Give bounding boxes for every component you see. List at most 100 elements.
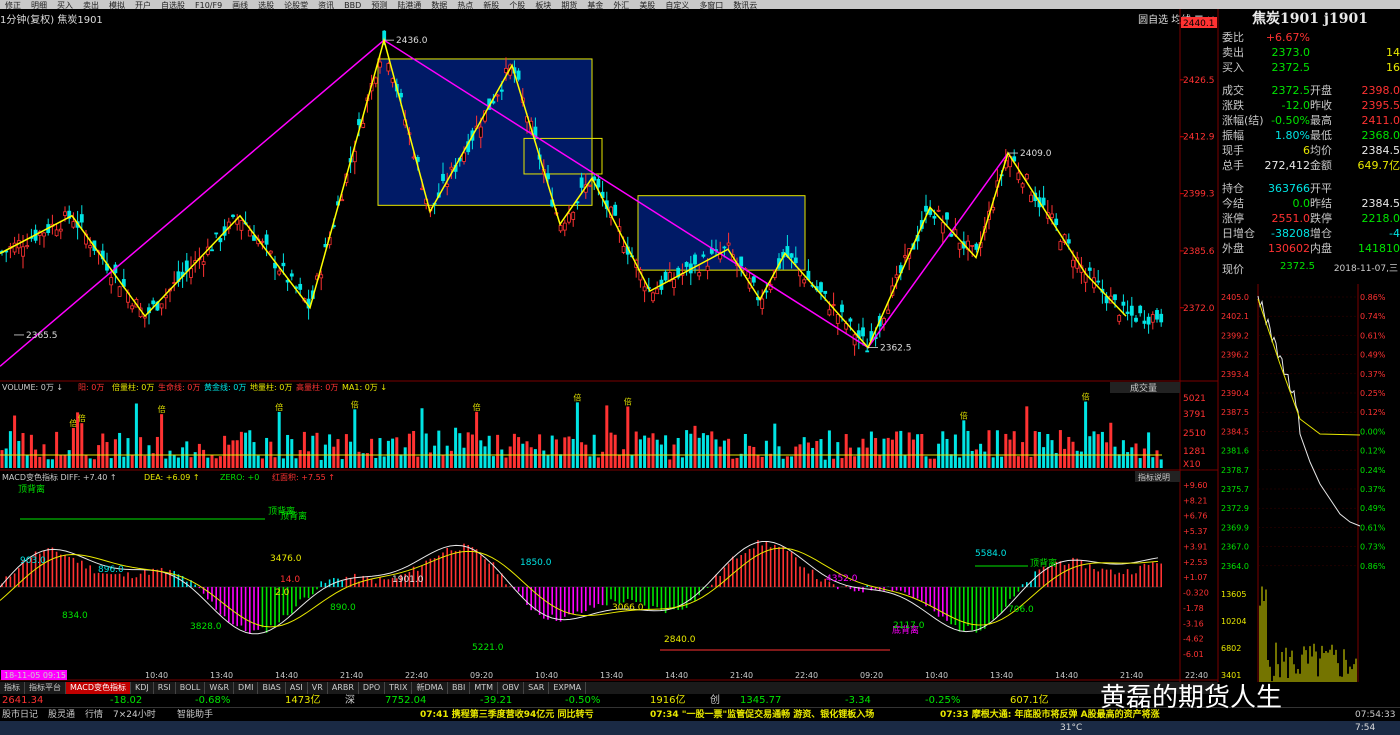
index-value: 创	[710, 695, 720, 706]
indicator-tab[interactable]: VR	[308, 682, 328, 694]
indicator-tab[interactable]: SAR	[524, 682, 550, 694]
macd-annotation: 顶背离	[18, 483, 45, 495]
volume-bar	[958, 457, 962, 468]
indicator-tab[interactable]: KDJ	[131, 682, 154, 694]
volume-bar	[1142, 448, 1146, 468]
volume-bar	[487, 435, 491, 468]
volume-bar	[1096, 434, 1100, 468]
candle-body	[642, 286, 647, 292]
volume-bar	[727, 438, 731, 468]
volume-bar	[626, 406, 630, 468]
quote-value: 6	[1303, 144, 1310, 157]
volume-bar	[181, 447, 185, 468]
volume-bar	[294, 458, 298, 468]
quote-label: 现手	[1222, 144, 1244, 157]
macd-axis-button: 指标说明	[1138, 472, 1170, 482]
weather-temp: 31°C	[1060, 723, 1083, 733]
indicator-tab[interactable]: DPO	[359, 682, 386, 694]
volume-bar	[634, 431, 638, 468]
indicator-tab[interactable]: BBI	[448, 682, 471, 694]
indicator-tab[interactable]: OBV	[498, 682, 525, 694]
indicator-tab[interactable]: ASI	[286, 682, 308, 694]
quote-label: 开平	[1310, 182, 1332, 195]
volume-bar	[550, 435, 554, 468]
volume-bar	[1121, 440, 1125, 468]
indicator-tab-bar: 指标 指标平台 MACD变色指标 KDJ RSI BOLL W&R DMI BIAS ASI VR A…	[0, 682, 1218, 694]
candle-body	[1121, 301, 1126, 306]
key-point-label: 2409.0	[1020, 149, 1052, 159]
quote-label: 涨跌	[1222, 99, 1244, 112]
ticker-tab[interactable]: 股市日记	[2, 708, 38, 722]
candle-body	[378, 61, 382, 68]
macd-annotation: 903.0	[20, 556, 46, 566]
indicator-tab[interactable]: 新DMA	[412, 682, 449, 694]
quote-label: 成交	[1222, 84, 1244, 97]
volume-bar-label: 倍	[960, 410, 968, 420]
volume-bar	[659, 444, 663, 468]
volume-bar	[328, 434, 332, 468]
volume-legend-item: MA1: 0万 ↓	[342, 383, 387, 392]
index-value: -0.25%	[925, 695, 961, 706]
indicator-tab[interactable]: RSI	[154, 682, 176, 694]
volume-bar	[886, 437, 890, 468]
indicator-tab[interactable]: BIAS	[258, 682, 286, 694]
volume-bar	[538, 434, 542, 468]
indicator-tab[interactable]: TRIX	[385, 682, 413, 694]
volume-bar	[937, 443, 941, 468]
candle-body	[1129, 305, 1134, 316]
volume-bar	[290, 439, 294, 468]
volume-bar	[827, 430, 831, 468]
intraday-y-tick: 2367.0	[1221, 543, 1249, 552]
ticker-tab[interactable]: 智能助手	[177, 708, 213, 722]
indicator-tab[interactable]: MACD变色指标	[66, 682, 131, 694]
volume-bar	[638, 439, 642, 468]
volume-bar	[160, 414, 164, 468]
volume-bar	[97, 445, 101, 468]
volume-bar-label: 倍	[78, 413, 86, 423]
volume-bar	[378, 438, 382, 468]
indicator-tab[interactable]: DMI	[234, 682, 259, 694]
intraday-y-tick: 2399.2	[1221, 331, 1249, 340]
intraday-y-tick: 2402.1	[1221, 312, 1249, 321]
volume-bar	[1109, 422, 1113, 468]
indicator-tab[interactable]: W&R	[205, 682, 235, 694]
index-value: -0.50%	[565, 695, 601, 706]
volume-bar	[386, 440, 390, 468]
index-value: 1345.77	[740, 695, 782, 706]
indicator-tab[interactable]: ARBR	[328, 682, 359, 694]
watermark-text: 黄磊的期货人生	[1100, 683, 1283, 713]
quote-row: 总手 272,412 金额 649.7亿	[1220, 158, 1400, 173]
indicator-tab[interactable]: 指标平台	[25, 682, 66, 694]
indicator-tab[interactable]: 指标	[0, 682, 25, 694]
candle-body	[1155, 310, 1159, 320]
volume-bar	[718, 446, 722, 468]
x-tick-label: 21:40	[340, 671, 363, 680]
candle-body	[201, 261, 206, 265]
volume-bar	[899, 430, 903, 468]
index-value: -0.68%	[195, 695, 231, 706]
volume-bar	[1033, 431, 1037, 468]
candle-body	[974, 243, 979, 250]
indicator-tab[interactable]: EXPMA	[549, 682, 587, 694]
ticker-tab[interactable]: 股灵通	[48, 708, 75, 722]
macd-y-tick: +9.60	[1183, 481, 1208, 490]
indicator-tab[interactable]: MTM	[470, 682, 499, 694]
volume-bar	[811, 447, 815, 468]
volume-bar	[189, 457, 193, 468]
ticker-tab[interactable]: 行情	[85, 708, 103, 722]
volume-bar	[265, 437, 269, 468]
volume-bar	[685, 430, 689, 468]
quote-value: 16	[1386, 61, 1400, 74]
candle-body	[940, 222, 945, 234]
candle-body	[596, 178, 601, 188]
volume-bar	[462, 447, 466, 468]
volume-bar	[319, 459, 323, 468]
volume-bar	[483, 446, 487, 468]
indicator-tab[interactable]: BOLL	[176, 682, 206, 694]
ticker-tab[interactable]: 7×24小时	[113, 708, 156, 722]
volume-bar	[1075, 450, 1079, 468]
volume-bar	[962, 420, 966, 468]
main-chart-svg[interactable]: 2440.1 2426.5 2412.9 2399.3 2385.6 2372.0 2365…	[0, 0, 1220, 682]
x-tick-label: 10:40	[145, 671, 168, 680]
index-value: 7752.04	[385, 695, 427, 706]
